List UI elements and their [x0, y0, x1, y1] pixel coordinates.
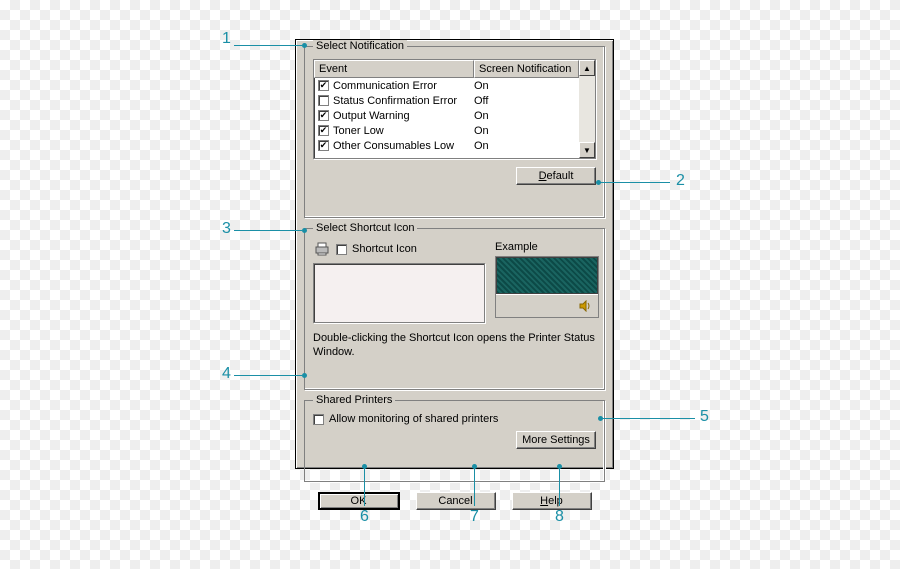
- callout-7: 7: [470, 508, 479, 526]
- checkbox-icon[interactable]: ✔: [318, 140, 329, 151]
- shortcut-icon-label: Shortcut Icon: [352, 243, 417, 255]
- event-value: On: [474, 125, 579, 137]
- example-preview-screen: [496, 257, 598, 294]
- scrollbar[interactable]: ▲ ▼: [579, 60, 595, 158]
- example-preview-taskbar: [496, 294, 598, 317]
- notification-list: Event Screen Notification ✔ Communication…: [313, 59, 596, 159]
- event-value: On: [474, 140, 579, 152]
- list-header: Event Screen Notification: [314, 60, 579, 78]
- header-event[interactable]: Event: [314, 60, 474, 78]
- cancel-button[interactable]: Cancel: [416, 492, 496, 510]
- event-value: On: [474, 80, 579, 92]
- group-label: Select Notification: [313, 40, 407, 52]
- list-row[interactable]: Status Confirmation Error Off: [314, 93, 579, 108]
- group-label: Select Shortcut Icon: [313, 222, 417, 234]
- callout-2: 2: [676, 172, 685, 190]
- callout-6: 6: [360, 508, 369, 526]
- callout-3: 3: [222, 220, 231, 238]
- event-value: Off: [474, 95, 579, 107]
- group-select-shortcut-icon: Select Shortcut Icon Shortcut Icon Examp…: [304, 228, 605, 390]
- event-value: On: [474, 110, 579, 122]
- event-label: Other Consumables Low: [333, 140, 454, 152]
- default-button[interactable]: Default: [516, 167, 596, 185]
- shortcut-hint: Double-clicking the Shortcut Icon opens …: [313, 331, 596, 360]
- group-select-notification: Select Notification Event Screen Notific…: [304, 46, 605, 218]
- list-row[interactable]: ✔ Output Warning On: [314, 108, 579, 123]
- allow-monitoring-label: Allow monitoring of shared printers: [329, 413, 498, 425]
- ok-button[interactable]: OK: [318, 492, 400, 510]
- checkbox-icon[interactable]: [318, 95, 329, 106]
- header-screen-notification[interactable]: Screen Notification: [474, 60, 579, 78]
- icon-well: [313, 263, 485, 323]
- list-body: ✔ Communication Error On Status Confirmat…: [314, 78, 579, 158]
- more-settings-button[interactable]: More Settings: [516, 431, 596, 449]
- speaker-icon: [578, 298, 594, 314]
- checkbox-icon[interactable]: ✔: [318, 80, 329, 91]
- scroll-down-icon[interactable]: ▼: [579, 142, 595, 158]
- list-row[interactable]: ✔ Communication Error On: [314, 78, 579, 93]
- event-label: Toner Low: [333, 125, 384, 137]
- event-label: Communication Error: [333, 80, 437, 92]
- example-label: Example: [495, 241, 599, 253]
- scroll-up-icon[interactable]: ▲: [579, 60, 595, 76]
- preferences-dialog: Select Notification Event Screen Notific…: [295, 39, 614, 469]
- allow-monitoring-checkbox[interactable]: [313, 414, 324, 425]
- checkbox-icon[interactable]: ✔: [318, 125, 329, 136]
- callout-4: 4: [222, 365, 231, 383]
- callout-5: 5: [700, 408, 709, 426]
- event-label: Output Warning: [333, 110, 410, 122]
- printer-icon: [313, 241, 331, 257]
- group-label: Shared Printers: [313, 394, 395, 406]
- list-row[interactable]: ✔ Toner Low On: [314, 123, 579, 138]
- callout-8: 8: [555, 508, 564, 526]
- list-row[interactable]: ✔ Other Consumables Low On: [314, 138, 579, 153]
- help-button[interactable]: Help: [512, 492, 592, 510]
- event-label: Status Confirmation Error: [333, 95, 457, 107]
- shortcut-icon-checkbox[interactable]: [336, 244, 347, 255]
- callout-1: 1: [222, 30, 231, 48]
- example-preview: [495, 256, 599, 318]
- checkbox-icon[interactable]: ✔: [318, 110, 329, 121]
